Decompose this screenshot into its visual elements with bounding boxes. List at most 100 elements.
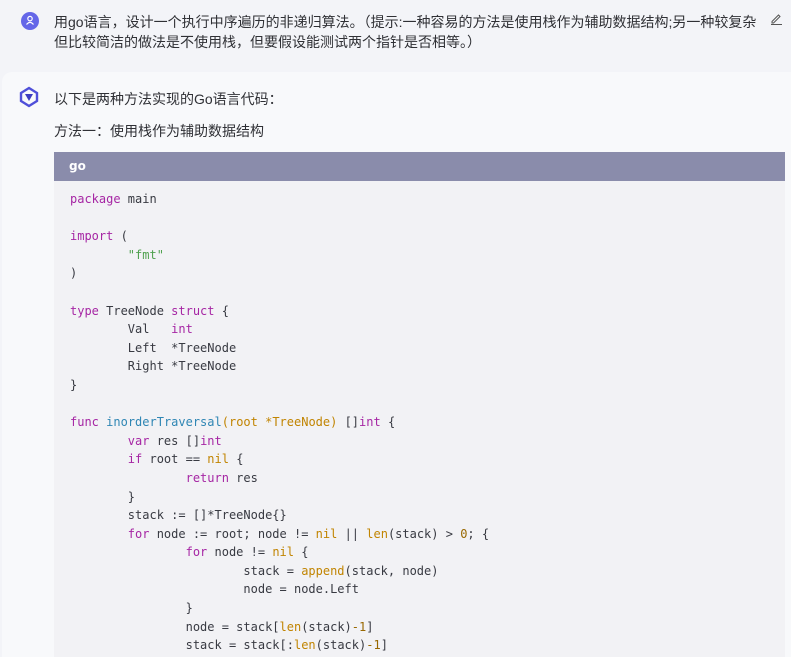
code-token: { (214, 303, 229, 318)
code-token: ) (70, 266, 78, 281)
code-token: (stack) (301, 619, 352, 634)
code-line: var res []int (70, 432, 785, 451)
code-token: node = node.Left (70, 582, 359, 597)
code-token: nil (315, 526, 338, 541)
code-token: ; { (467, 526, 490, 541)
code-token: (stack, node) (344, 563, 439, 578)
code-line: node = stack[len(stack)-1] (70, 618, 785, 637)
code-token: struct (171, 303, 215, 318)
code-line: Right *TreeNode (70, 357, 785, 376)
code-token: len (279, 619, 302, 634)
code-token: node != (207, 545, 273, 560)
code-token: inorderTraversal (106, 415, 222, 430)
user-message: 用go语言，设计一个执行中序遍历的非递归算法。（提示:一种容易的方法是使用栈作为… (0, 0, 791, 70)
ai-assistant-logo-icon (18, 86, 40, 112)
code-token: { (228, 452, 244, 467)
code-token: int (200, 433, 222, 448)
code-token: ( (113, 229, 128, 244)
code-token: append (301, 563, 345, 578)
code-token: } (70, 601, 193, 616)
code-line: return res (70, 469, 785, 488)
code-token: { (380, 415, 396, 430)
code-line: } (70, 488, 785, 507)
user-icon (25, 12, 35, 30)
code-line: for node != nil { (70, 543, 785, 562)
code-token: return (185, 470, 229, 485)
code-line: if root == nil { (70, 450, 785, 469)
code-token: { (294, 545, 309, 560)
code-token: Left *TreeNode (70, 340, 237, 355)
code-block: go package main import ( "fmt") type Tre… (54, 152, 785, 657)
code-line: import ( (70, 227, 785, 246)
code-line: Val int (70, 320, 785, 339)
chat-page: 用go语言，设计一个执行中序遍历的非递归算法。（提示:一种容易的方法是使用栈作为… (0, 0, 791, 657)
assistant-intro-text: 以下是两种方法实现的Go语言代码： (54, 91, 283, 107)
code-line: stack = append(stack, node) (70, 562, 785, 581)
code-token: -1 (366, 638, 381, 653)
code-token: nil (272, 545, 294, 560)
code-token: -1 (351, 619, 367, 634)
code-token: ( (221, 415, 229, 430)
code-token: nil (207, 452, 229, 467)
code-token: ] (380, 638, 388, 653)
code-token: (stack) (315, 638, 367, 653)
code-line: stack = stack[:len(stack)-1] (70, 636, 785, 655)
code-token: (stack) > (387, 526, 461, 541)
code-token: stack = stack[: (70, 638, 294, 653)
code-token: Val (70, 322, 172, 337)
assistant-avatar (18, 86, 40, 108)
code-token: } (70, 489, 136, 504)
user-avatar (21, 12, 39, 30)
code-token: stack = (70, 563, 302, 578)
code-token: if (127, 452, 143, 467)
method-one-heading: 方法一：使用栈作为辅助数据结构 (54, 123, 264, 139)
code-token: || (337, 526, 367, 541)
code-token: res (228, 470, 258, 485)
code-line: stack := []*TreeNode{} (70, 506, 785, 525)
code-line: node = node.Left (70, 580, 785, 599)
code-line: func inorderTraversal(root *TreeNode) []… (70, 413, 785, 432)
code-token: int (171, 322, 193, 337)
code-token: package (70, 192, 121, 206)
user-message-text: 用go语言，设计一个执行中序遍历的非递归算法。（提示:一种容易的方法是使用栈作为… (54, 14, 757, 50)
edit-message-button[interactable] (768, 13, 784, 29)
code-line: type TreeNode struct { (70, 302, 785, 321)
code-token: for (185, 545, 208, 560)
code-token: TreeNode (98, 303, 172, 318)
code-token: node = stack[ (70, 619, 280, 634)
code-token: func (70, 415, 99, 430)
code-token: node := root; node != (149, 526, 316, 541)
code-line: package main (70, 190, 785, 209)
code-token: } (70, 377, 78, 392)
code-token: type (70, 303, 99, 318)
code-token: res [] (149, 433, 201, 448)
code-token: len (366, 526, 388, 541)
code-token: import (70, 229, 114, 244)
code-token: stack := []*TreeNode{} (70, 508, 287, 523)
code-token: [] (337, 415, 360, 430)
code-content[interactable]: package main import ( "fmt") type TreeNo… (54, 181, 785, 655)
code-language-label: go (54, 152, 785, 181)
code-token: root *TreeNode (228, 415, 331, 430)
code-line: Left *TreeNode (70, 339, 785, 358)
code-line: } (70, 376, 785, 395)
code-token: len (293, 638, 316, 653)
code-line: "fmt" (70, 246, 785, 265)
code-line: ) (70, 264, 785, 283)
code-token: var (127, 433, 150, 448)
pencil-icon (770, 12, 783, 30)
code-token: root == (142, 452, 208, 467)
code-token: main (120, 192, 157, 206)
code-token: for (127, 526, 150, 541)
code-token: ] (366, 619, 374, 634)
code-token: int (359, 415, 381, 430)
